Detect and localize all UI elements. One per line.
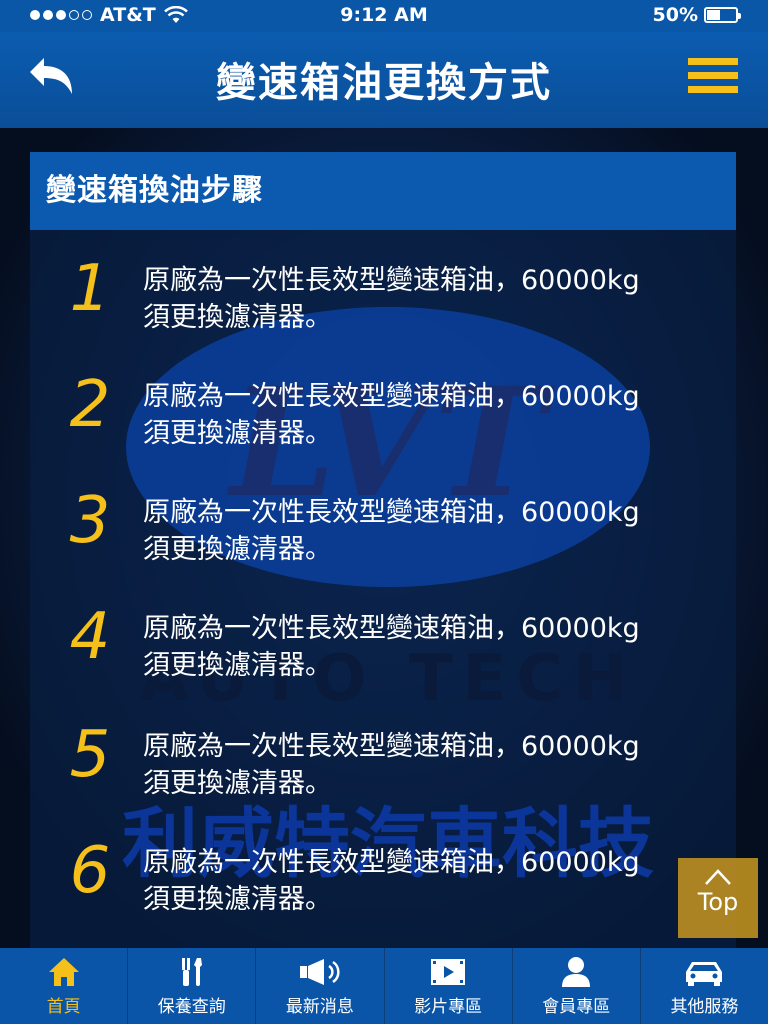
step-item: 3 原廠為一次性長效型變速箱油，60000kg 須更換濾清器。: [30, 484, 736, 574]
status-right: 50%: [652, 4, 741, 26]
step-text-line: 須更換濾清器。: [143, 302, 332, 333]
step-text-line: 須更換濾清器。: [143, 534, 332, 565]
megaphone-icon: [299, 959, 340, 985]
scroll-to-top-button[interactable]: Top: [678, 858, 758, 938]
content-panel: 變速箱換油步驟 LVT AUTO TECH 利威特汽車科技 1 原廠為一次性長效…: [30, 152, 736, 948]
tab-maintenance[interactable]: 保養查詢: [128, 948, 257, 1024]
battery-percent: 50%: [652, 4, 698, 26]
step-item: 4 原廠為一次性長效型變速箱油，60000kg 須更換濾清器。: [30, 600, 736, 690]
step-item: 1 原廠為一次性長效型變速箱油，60000kg 須更換濾清器。: [30, 252, 736, 342]
step-number: 2: [69, 368, 111, 442]
tab-label: 其他服務: [670, 997, 739, 1017]
step-text-line: 原廠為一次性長效型變速箱油，60000kg: [143, 381, 640, 412]
step-text-line: 原廠為一次性長效型變速箱油，60000kg: [143, 613, 640, 644]
tab-video[interactable]: 影片專區: [385, 948, 513, 1024]
step-text-line: 原廠為一次性長效型變速箱油，60000kg: [143, 847, 640, 878]
video-icon: [431, 959, 466, 985]
step-text-line: 須更換濾清器。: [143, 884, 332, 915]
nav-bar: 變速箱油更換方式: [0, 32, 768, 128]
hamburger-menu-icon: [688, 58, 738, 93]
step-text: 原廠為一次性長效型變速箱油，60000kg 須更換濾清器。: [143, 378, 723, 452]
step-item: 2 原廠為一次性長效型變速箱油，60000kg 須更換濾清器。: [30, 368, 736, 458]
car-icon: [686, 962, 723, 986]
step-text: 原廠為一次性長效型變速箱油，60000kg 須更換濾清器。: [143, 494, 723, 568]
step-number: 1: [69, 252, 111, 326]
step-text: 原廠為一次性長效型變速箱油，60000kg 須更換濾清器。: [143, 728, 723, 802]
step-text-line: 原廠為一次性長效型變速箱油，60000kg: [143, 497, 640, 528]
tab-other-services[interactable]: 其他服務: [641, 948, 768, 1024]
step-text: 原廠為一次性長效型變速箱油，60000kg 須更換濾清器。: [143, 262, 723, 336]
tab-label: 最新消息: [285, 997, 354, 1017]
step-number: 3: [69, 484, 111, 558]
tab-label: 影片專區: [414, 997, 483, 1017]
chevron-up-icon: [705, 869, 731, 885]
step-text-line: 須更換濾清器。: [143, 768, 332, 799]
step-number: 5: [69, 718, 111, 792]
tab-bar: 首頁 保養查詢 最新消息 影片專區 會員專區 其他服務: [0, 948, 768, 1024]
step-number: 4: [69, 600, 111, 674]
tab-home[interactable]: 首頁: [0, 948, 129, 1024]
step-item: 5 原廠為一次性長效型變速箱油，60000kg 須更換濾清器。: [30, 718, 736, 808]
page-title: 變速箱油更換方式: [216, 60, 552, 106]
step-text: 原廠為一次性長效型變速箱油，60000kg 須更換濾清器。: [143, 610, 723, 684]
step-text-line: 原廠為一次性長效型變速箱油，60000kg: [143, 265, 640, 296]
status-bar: AT&T 9:12 AM 50%: [0, 0, 768, 32]
menu-button[interactable]: [688, 58, 738, 102]
tab-label: 會員專區: [542, 997, 611, 1017]
tab-member[interactable]: 會員專區: [513, 948, 641, 1024]
battery-fill: [707, 10, 720, 20]
panel-header: 變速箱換油步驟: [30, 152, 736, 230]
step-text: 原廠為一次性長效型變速箱油，60000kg 須更換濾清器。: [143, 844, 723, 918]
tab-news[interactable]: 最新消息: [256, 948, 385, 1024]
tab-label: 保養查詢: [157, 997, 226, 1017]
step-text-line: 原廠為一次性長效型變速箱油，60000kg: [143, 731, 640, 762]
step-text-line: 須更換濾清器。: [143, 650, 332, 681]
home-icon: [48, 958, 79, 986]
tools-icon: [181, 958, 202, 986]
battery-icon: [704, 7, 741, 23]
user-icon: [562, 957, 591, 987]
step-item: 6 原廠為一次性長效型變速箱油，60000kg 須更換濾清器。: [30, 834, 736, 924]
step-text-line: 須更換濾清器。: [143, 418, 332, 449]
top-label: Top: [697, 888, 739, 916]
step-number: 6: [69, 834, 111, 908]
tab-label: 首頁: [46, 997, 81, 1017]
